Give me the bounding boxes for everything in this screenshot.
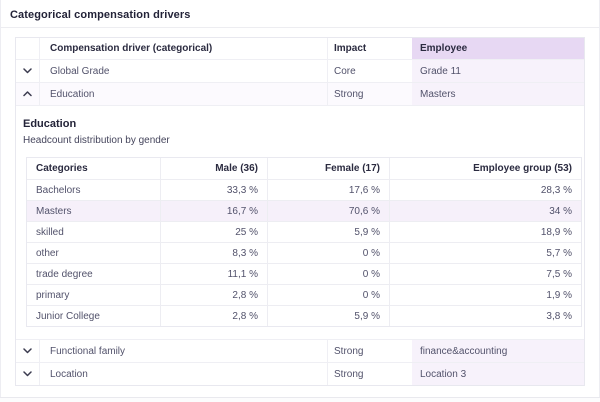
table-row-bachelors: Bachelors 33,3 % 17,6 % 28,3 % [27,179,581,200]
category-cell: other [27,243,160,263]
education-detail-panel: Education Headcount distribution by gend… [16,105,584,339]
header-impact: Impact [328,38,412,59]
driver-row-global-grade[interactable]: Global Grade Core Grade 11 [16,59,584,82]
category-cell: trade degree [27,264,160,284]
male-cell: 11,1 % [160,264,267,284]
male-cell: 2,8 % [160,306,267,326]
expand-row-button[interactable] [16,363,39,385]
card-bottom-divider [0,397,600,402]
driver-employee-value: finance&accounting [412,340,584,362]
driver-impact: Core [328,60,412,82]
driver-impact: Strong [328,363,412,385]
male-cell: 33,3 % [160,180,267,200]
table-row-skilled: skilled 25 % 5,9 % 18,9 % [27,221,581,242]
driver-name: Functional family [40,340,328,362]
category-cell: Junior College [27,306,160,326]
driver-row-functional-family[interactable]: Functional family Strong finance&account… [16,339,584,362]
chevron-down-icon [23,68,32,74]
table-row-trade-degree: trade degree 11,1 % 0 % 7,5 % [27,263,581,284]
page-title: Categorical compensation drivers [1,0,599,28]
category-cell: primary [27,285,160,305]
category-cell: Bachelors [27,180,160,200]
male-cell: 16,7 % [160,201,267,221]
driver-name: Global Grade [40,60,328,82]
header-chevron-spacer [16,38,40,59]
female-cell: 17,6 % [267,180,389,200]
education-panel-subtitle: Headcount distribution by gender [16,135,582,146]
group-cell: 1,9 % [389,285,581,305]
female-cell: 5,9 % [267,222,389,242]
card-content: Compensation driver (categorical) Impact… [1,28,599,386]
group-cell: 5,7 % [389,243,581,263]
group-cell: 34 % [389,201,581,221]
female-cell: 0 % [267,264,389,284]
drivers-table-header-row: Compensation driver (categorical) Impact… [16,38,584,59]
category-cell: Masters [27,201,160,221]
female-cell: 0 % [267,285,389,305]
expand-row-button[interactable] [16,60,39,82]
male-cell: 2,8 % [160,285,267,305]
chevron-down-icon [23,348,32,354]
group-cell: 3,8 % [389,306,581,326]
education-table-header-row: Categories Male (36) Female (17) Employe… [27,158,581,179]
table-row-other: other 8,3 % 0 % 5,7 % [27,242,581,263]
col-categories: Categories [27,158,160,179]
compensation-drivers-card: Categorical compensation drivers Compens… [0,0,600,402]
expand-row-button[interactable] [16,340,39,362]
male-cell: 25 % [160,222,267,242]
driver-employee-value: Location 3 [412,363,584,385]
col-female: Female (17) [267,158,389,179]
group-cell: 7,5 % [389,264,581,284]
education-distribution-table: Categories Male (36) Female (17) Employe… [26,157,582,327]
driver-impact: Strong [328,340,412,362]
driver-employee-value: Grade 11 [412,60,584,82]
male-cell: 8,3 % [160,243,267,263]
drivers-table: Compensation driver (categorical) Impact… [15,37,585,386]
female-cell: 0 % [267,243,389,263]
table-row-primary: primary 2,8 % 0 % 1,9 % [27,284,581,305]
female-cell: 5,9 % [267,306,389,326]
driver-employee-value: Masters [412,83,584,105]
driver-impact: Strong [328,83,412,105]
education-panel-title: Education [16,118,582,130]
chevron-up-icon [23,91,32,97]
col-male: Male (36) [160,158,267,179]
chevron-down-icon [23,371,32,377]
header-driver: Compensation driver (categorical) [40,38,328,59]
collapse-row-button[interactable] [16,83,39,105]
driver-row-education[interactable]: Education Strong Masters [16,82,584,105]
col-employee-group: Employee group (53) [389,158,581,179]
group-cell: 28,3 % [389,180,581,200]
female-cell: 70,6 % [267,201,389,221]
driver-name: Location [40,363,328,385]
driver-name: Education [40,83,328,105]
table-row-masters: Masters 16,7 % 70,6 % 34 % [27,200,581,221]
driver-row-location[interactable]: Location Strong Location 3 [16,362,584,385]
header-employee: Employee [412,38,584,59]
group-cell: 18,9 % [389,222,581,242]
category-cell: skilled [27,222,160,242]
table-row-junior-college: Junior College 2,8 % 5,9 % 3,8 % [27,305,581,326]
